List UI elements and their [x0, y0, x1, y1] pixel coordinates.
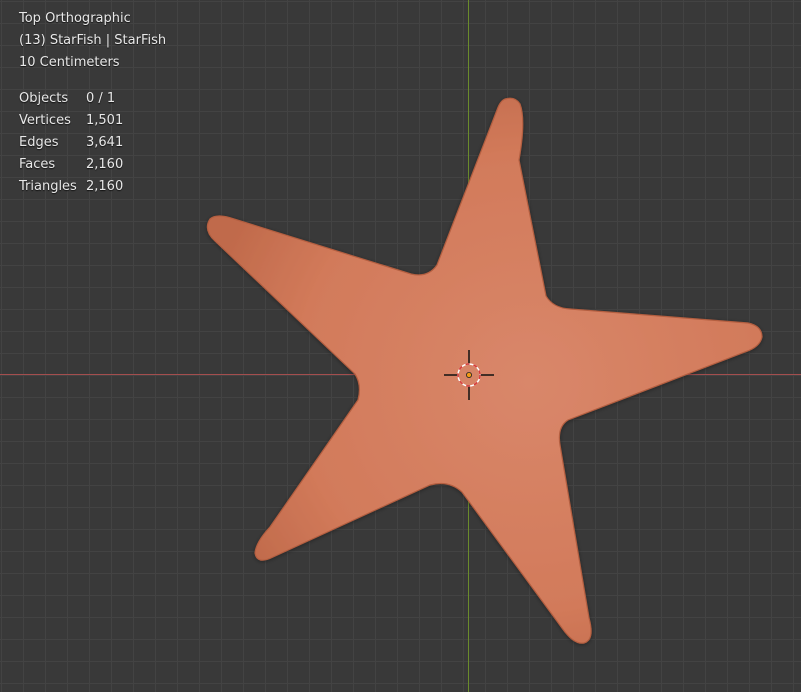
stat-value: 2,160 [86, 157, 124, 172]
stat-row-triangles: Triangles 2,160 [19, 176, 166, 198]
stat-value: 0 / 1 [86, 91, 116, 106]
stat-row-faces: Faces 2,160 [19, 154, 166, 176]
stat-label: Edges [19, 135, 59, 150]
stat-label: Vertices [19, 113, 71, 128]
stat-row-vertices: Vertices 1,501 [19, 110, 166, 132]
object-label: (13) StarFish | StarFish [19, 33, 167, 48]
stat-label: Triangles [19, 179, 77, 194]
3d-viewport[interactable]: Top Orthographic (13) StarFish | StarFis… [0, 0, 801, 692]
stat-label: Objects [19, 91, 69, 106]
stat-value: 2,160 [86, 179, 124, 194]
stat-value: 1,501 [86, 113, 124, 128]
stat-row-objects: Objects 0 / 1 [19, 88, 166, 110]
view-name: Top Orthographic [19, 11, 131, 26]
scale-label: 10 Centimeters [19, 55, 120, 70]
stat-row-edges: Edges 3,641 [19, 132, 166, 154]
stat-value: 3,641 [86, 135, 124, 150]
stat-label: Faces [19, 157, 56, 172]
scene-statistics: Objects 0 / 1 Vertices 1,501 Edges 3,641… [19, 88, 166, 198]
viewport-text-overlay: Top Orthographic (13) StarFish | StarFis… [19, 8, 166, 198]
origin-dot-icon [465, 371, 472, 378]
3d-cursor-icon[interactable] [444, 350, 494, 400]
